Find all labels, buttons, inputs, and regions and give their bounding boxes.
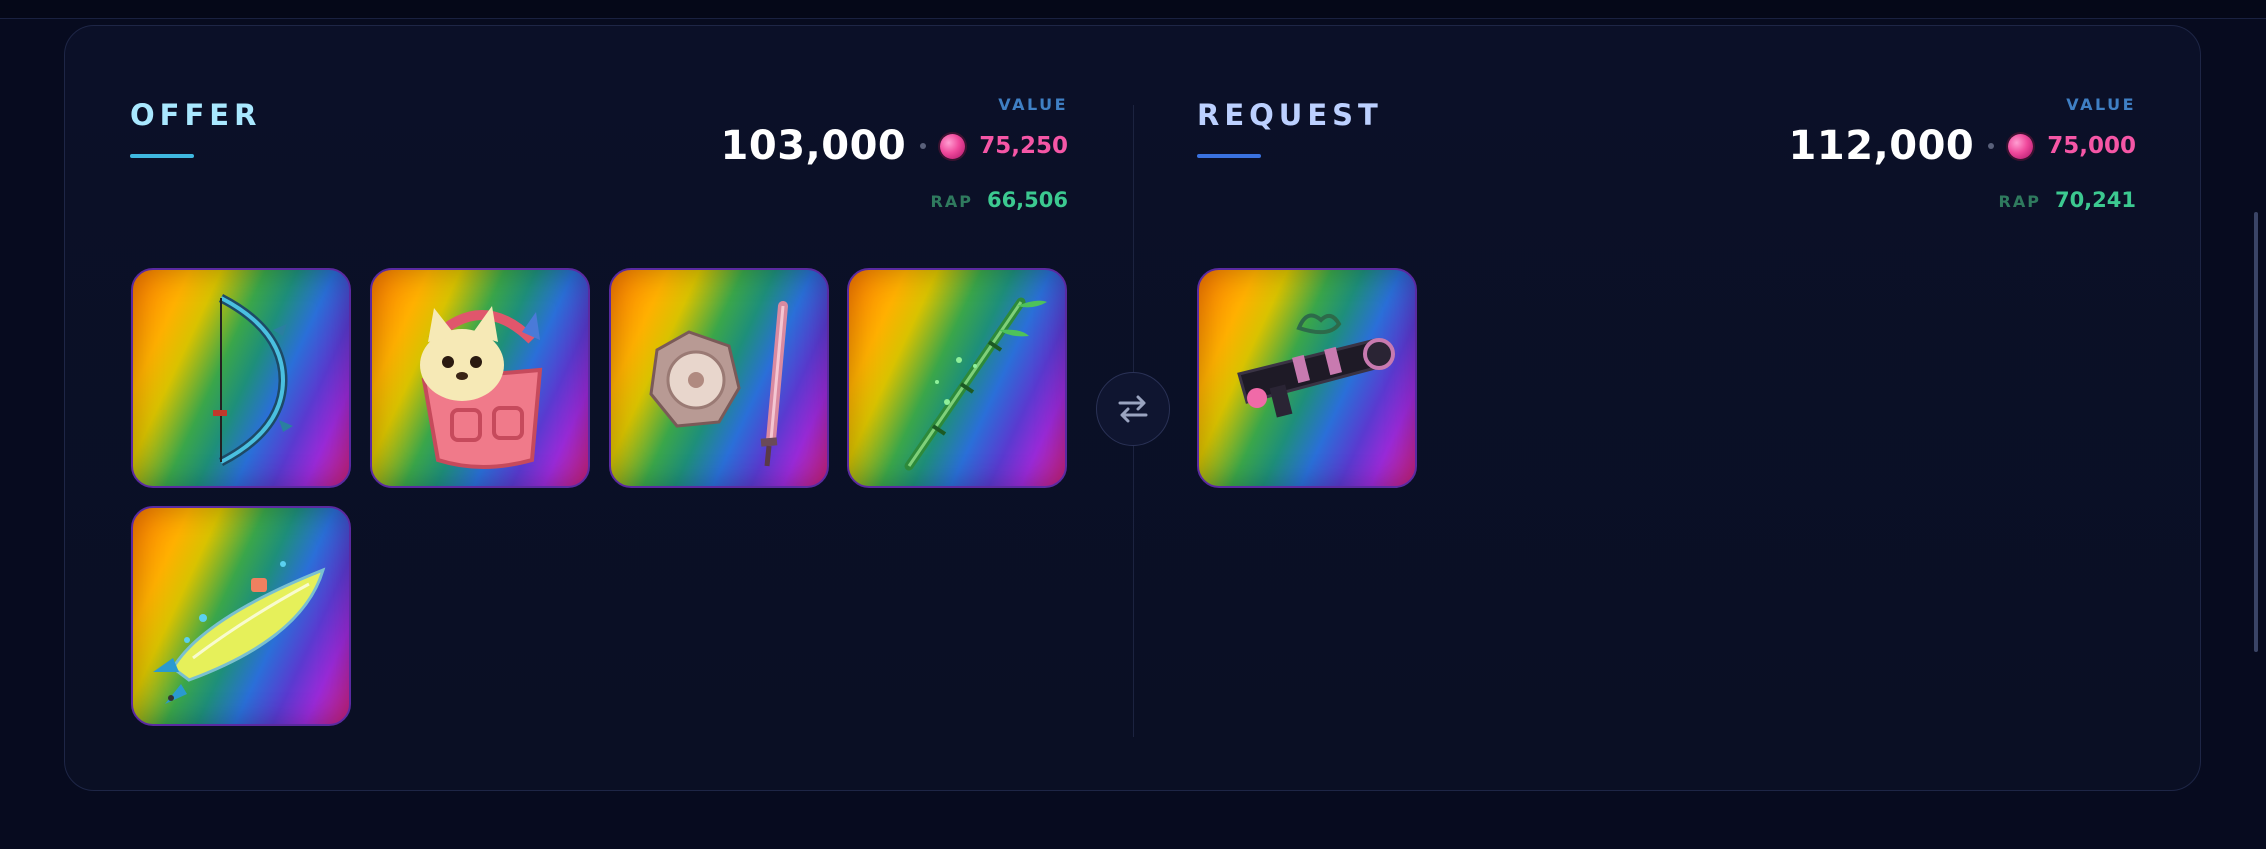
offer-item-surfboard[interactable] [131,506,351,726]
launcher-gun-icon [1237,313,1395,418]
separator-dot [1988,143,1995,149]
dog-in-basket-icon [420,306,543,469]
request-value: 112,000 [1788,123,1975,169]
offer-rap-label: RAP [930,192,973,211]
offer-item-dog-basket[interactable] [370,268,590,488]
request-rap-row: RAP 70,241 [1999,188,2136,212]
request-rap-label: RAP [1998,192,2041,211]
request-value-row: 112,000 75,000 [1789,120,2136,172]
request-item-launcher[interactable] [1197,268,1417,488]
surfboard-icon [153,561,326,704]
top-bar [0,0,2266,19]
offer-item-bow[interactable] [131,268,351,488]
request-title: REQUEST [1197,98,1383,132]
bamboo-staff-icon [904,297,1047,471]
offer-value-row: 103,000 75,250 [721,120,1068,172]
offer-value: 103,000 [720,123,907,169]
request-gem-value: 75,000 [2047,133,2136,159]
offer-title: OFFER [130,98,262,132]
offer-value-label: VALUE [998,95,1068,114]
separator-dot [920,143,927,149]
bow-icon [213,294,293,466]
scrollbar[interactable] [2254,212,2258,652]
flower-shield-and-sword-icon [649,301,788,467]
gem-icon [2008,133,2034,159]
offer-item-bamboo[interactable] [847,268,1067,488]
offer-gem-value: 75,250 [979,133,1068,159]
request-title-underline [1197,154,1261,158]
offer-rap-value: 66,506 [986,188,1068,212]
request-rap-value: 70,241 [2054,188,2136,212]
offer-title-underline [130,154,194,158]
offer-rap-row: RAP 66,506 [931,188,1068,212]
swap-button[interactable] [1096,372,1170,446]
request-value-label: VALUE [2066,95,2136,114]
gem-icon [940,133,966,159]
offer-item-shield-sword[interactable] [609,268,829,488]
swap-arrows-icon [1118,395,1148,423]
